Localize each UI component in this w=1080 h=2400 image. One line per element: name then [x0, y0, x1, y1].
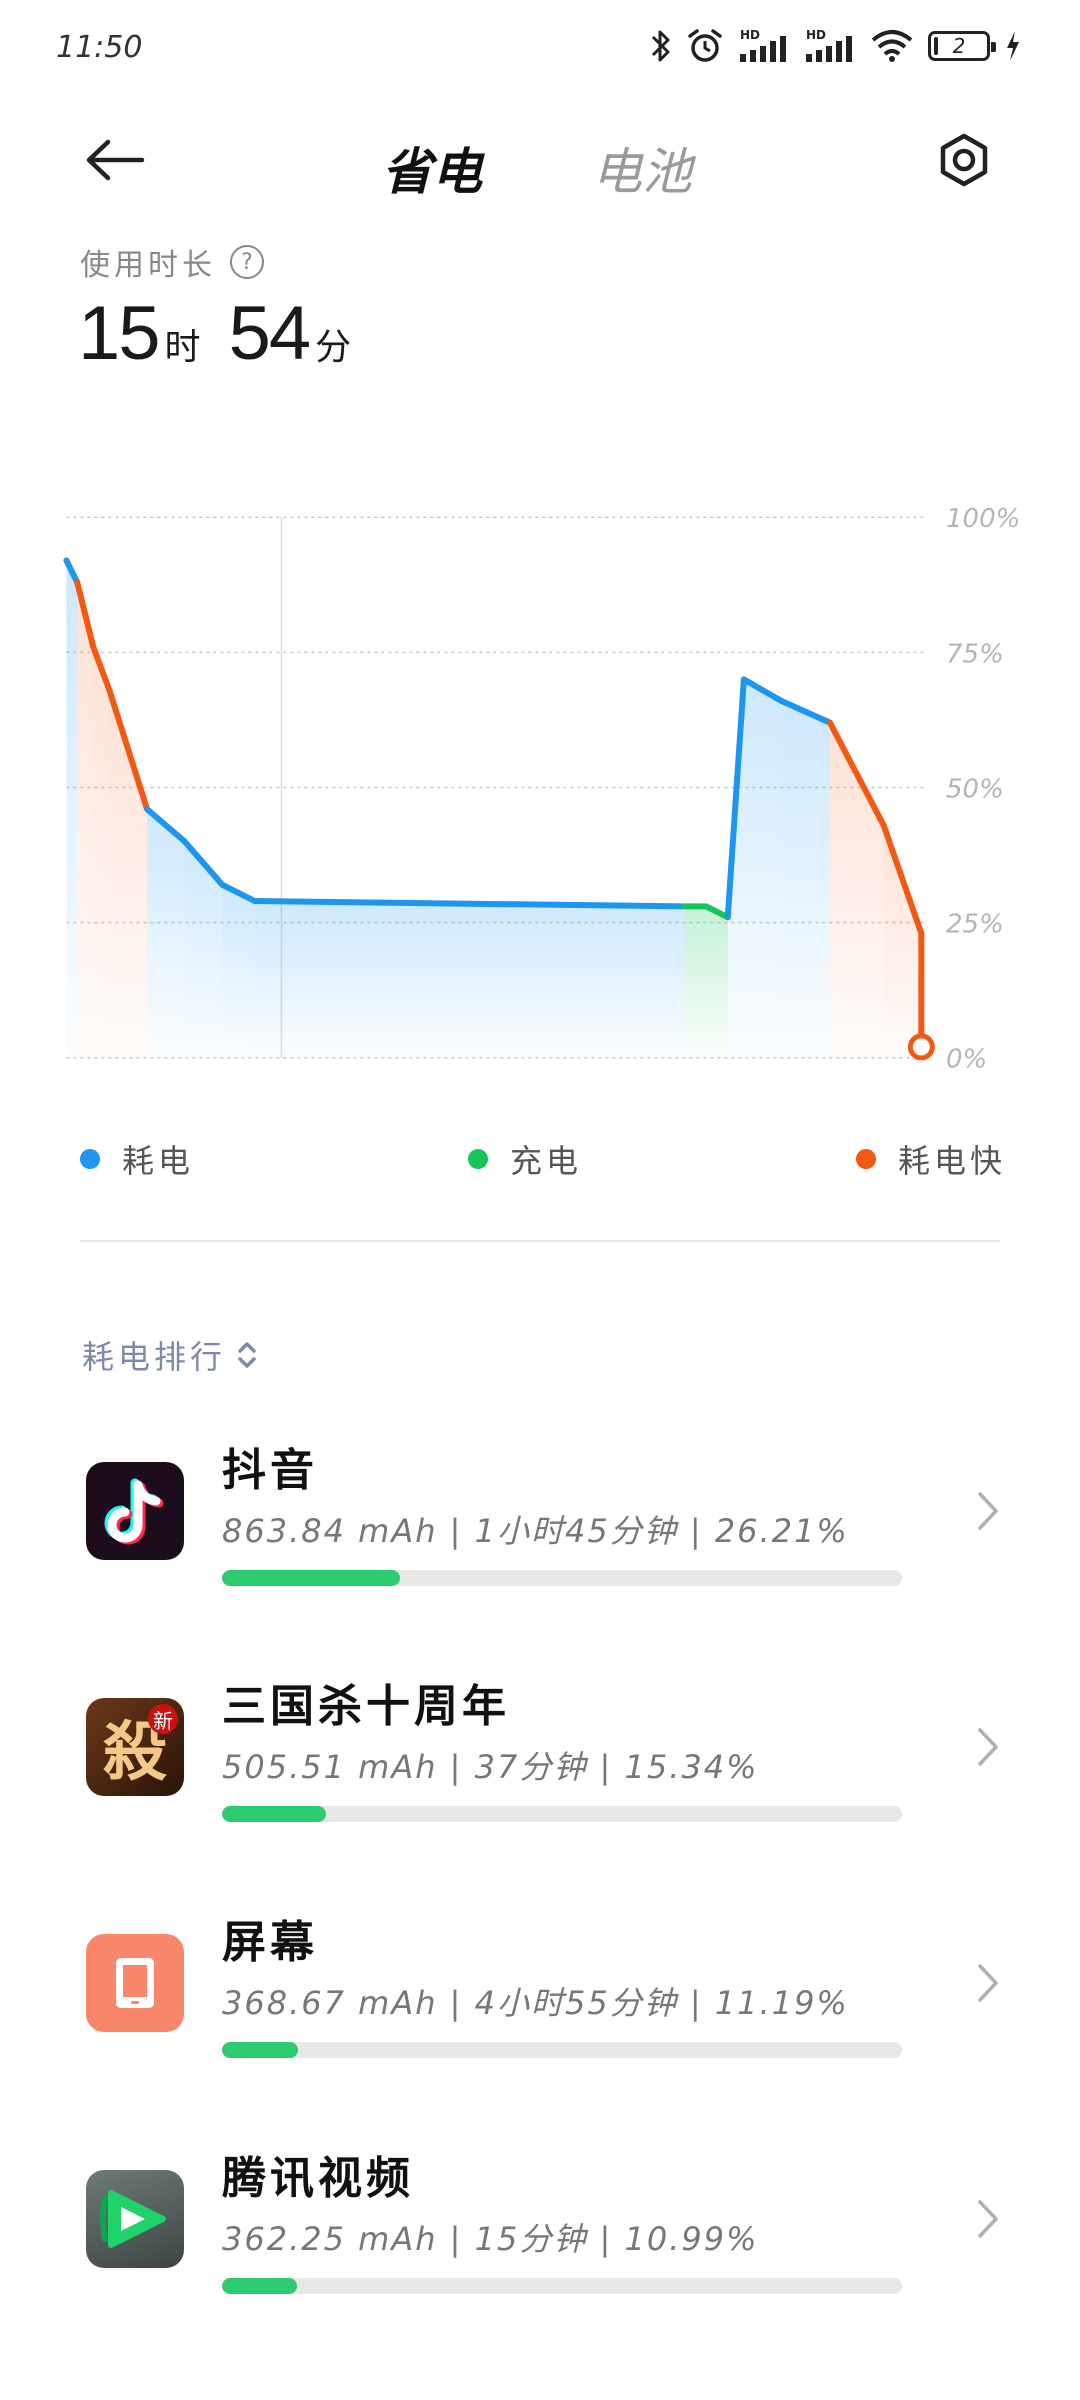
app-usage-bar	[222, 1806, 902, 1822]
back-arrow-icon	[86, 139, 145, 181]
current-point-marker	[907, 1033, 935, 1061]
chart-area-segment	[77, 582, 80, 1058]
ranking-sort-label: 耗电排行	[82, 1338, 227, 1376]
app-usage-bar	[222, 2042, 902, 2058]
chart-area-segment	[706, 906, 728, 1058]
app-usage-bar	[222, 2278, 902, 2294]
chevron-right-icon	[968, 1722, 1008, 1772]
app-row-tencent-video[interactable]: 腾讯视频 362.25 mAh | 15分钟 | 10.99%	[0, 2122, 1080, 2312]
usage-duration-label: 使用时长 ?	[80, 240, 264, 284]
legend-fast-label: 耗电快	[898, 1142, 1007, 1180]
screen-app-icon	[86, 1934, 184, 2032]
app-row-douyin[interactable]: 抖音 863.84 mAh | 1小时45分钟 | 26.21%	[0, 1414, 1080, 1604]
sanguosha-app-icon: 殺 新	[86, 1698, 184, 1796]
tab-battery[interactable]: 电池	[592, 132, 692, 204]
app-usage-bar-fill	[222, 2042, 299, 2058]
app-name: 抖音	[222, 1445, 318, 1496]
legend-drain: 耗电	[80, 1136, 194, 1182]
usage-duration-value: 15 时 54 分	[78, 290, 373, 377]
app-usage-stats: 362.25 mAh | 15分钟 | 10.99%	[222, 2220, 759, 2258]
app-usage-stats: 505.51 mAh | 37分钟 | 15.34%	[222, 1748, 759, 1786]
signal-hd-icon: HD	[738, 28, 790, 64]
tencent-video-app-icon	[86, 2170, 184, 2268]
usage-minutes: 54	[228, 291, 312, 376]
legend-drain-label: 耗电	[122, 1142, 195, 1180]
y-tick-label: 0%	[946, 1045, 987, 1075]
bluetooth-icon	[650, 28, 672, 64]
battery-level: 2	[952, 34, 966, 58]
y-tick-label: 50%	[946, 774, 1004, 804]
app-row-sanguosha[interactable]: 殺 新 三国杀十周年 505.51 mAh | 37分钟 | 15.34%	[0, 1650, 1080, 1840]
signal-hd-icon: HD	[804, 28, 856, 64]
usage-minutes-unit: 分	[315, 327, 352, 368]
app-usage-bar	[222, 1570, 902, 1586]
chart-area-segment	[254, 900, 685, 1058]
legend-fast-dot	[856, 1149, 876, 1169]
app-name: 屏幕	[222, 1917, 318, 1968]
help-icon[interactable]: ?	[230, 245, 264, 279]
app-usage-bar-fill	[222, 2278, 297, 2294]
y-tick-label: 100%	[946, 504, 1020, 534]
charging-bolt-icon	[1004, 29, 1022, 63]
chart-area-segment	[743, 679, 782, 1058]
battery-icon: 2	[928, 31, 996, 61]
app-usage-stats: 863.84 mAh | 1小时45分钟 | 26.21%	[222, 1512, 849, 1550]
chart-area-segment	[222, 884, 255, 1058]
app-row-screen[interactable]: 屏幕 368.67 mAh | 4小时55分钟 | 11.19%	[0, 1886, 1080, 2076]
hd-label: HD	[740, 28, 760, 42]
chart-area-segment	[781, 701, 830, 1058]
chart-area-segment	[147, 809, 185, 1058]
usage-label-text: 使用时长	[80, 248, 216, 283]
legend-charge: 充电	[468, 1136, 582, 1182]
battery-level-chart: 100%75%50%25%0%210369现在	[63, 504, 1020, 1075]
usage-hours: 15	[78, 291, 161, 376]
app-usage-stats: 368.67 mAh | 4小时55分钟 | 11.19%	[222, 1984, 849, 2022]
app-usage-bar-fill	[222, 1806, 327, 1822]
hd-label: HD	[806, 28, 826, 42]
app-usage-bar-fill	[222, 1570, 401, 1586]
new-badge: 新	[148, 1704, 178, 1734]
y-tick-label: 75%	[946, 639, 1004, 669]
alarm-icon	[686, 28, 724, 64]
back-button[interactable]	[80, 130, 150, 190]
ranking-sort-toggle[interactable]: 耗电排行	[82, 1332, 258, 1378]
chart-area-segment	[684, 906, 707, 1058]
app-name: 腾讯视频	[222, 2153, 414, 2204]
usage-hours-unit: 时	[164, 327, 201, 368]
chart-area-segment	[66, 560, 78, 1058]
chevron-right-icon	[968, 1486, 1008, 1536]
legend-charge-dot	[468, 1149, 488, 1169]
chart-area-segment	[93, 646, 110, 1058]
settings-button[interactable]	[932, 128, 996, 192]
chevron-right-icon	[968, 1958, 1008, 2008]
settings-gear-icon	[940, 133, 988, 187]
wifi-icon	[870, 28, 914, 64]
douyin-app-icon	[86, 1462, 184, 1560]
y-tick-label: 25%	[946, 910, 1004, 940]
chart-area-segment	[79, 592, 94, 1058]
sort-chevrons-icon	[238, 1342, 256, 1368]
divider	[80, 1240, 1000, 1242]
app-name: 三国杀十周年	[222, 1681, 510, 1732]
chart-area-segment	[883, 825, 922, 1058]
chevron-right-icon	[968, 2194, 1008, 2244]
legend-fast-drain: 耗电快	[856, 1136, 1006, 1182]
header: 省电 电池	[0, 110, 1080, 210]
tab-power-saving[interactable]: 省电	[382, 132, 482, 204]
status-bar: 11:50 HD HD 2	[0, 0, 1080, 100]
status-icons: HD HD 2	[650, 28, 1022, 64]
legend-charge-label: 充电	[510, 1142, 583, 1180]
legend-drain-dot	[80, 1149, 100, 1169]
status-time: 11:50	[56, 30, 143, 65]
